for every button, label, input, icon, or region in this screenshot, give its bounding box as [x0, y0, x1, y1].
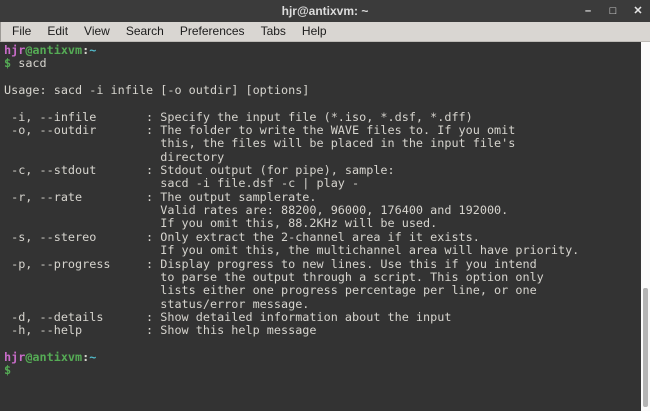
terminal-text-segment: -h, --help : Show this help message: [4, 323, 317, 337]
close-icon[interactable]: ✕: [632, 0, 644, 22]
menu-item-edit[interactable]: Edit: [39, 22, 76, 41]
menu-item-view[interactable]: View: [76, 22, 118, 41]
title-bar[interactable]: hjr@antixvm: ~ – □ ✕: [0, 0, 650, 22]
terminal-text-segment: -p, --progress : Display progress to new…: [4, 257, 537, 271]
terminal-line: Valid rates are: 88200, 96000, 176400 an…: [4, 204, 638, 217]
terminal-line: -d, --details : Show detailed informatio…: [4, 311, 638, 324]
window-controls: – □ ✕: [582, 0, 644, 22]
terminal-line: directory: [4, 151, 638, 164]
terminal-text-segment: Usage: sacd -i infile [-o outdir] [optio…: [4, 83, 309, 97]
scrollbar-thumb[interactable]: [643, 288, 648, 407]
terminal-text-segment: -i, --infile : Specify the input file (*…: [4, 110, 473, 124]
terminal-line: $ sacd: [4, 57, 638, 70]
maximize-icon[interactable]: □: [607, 0, 619, 22]
terminal-line: -i, --infile : Specify the input file (*…: [4, 111, 638, 124]
terminal-text-segment: $: [4, 363, 11, 377]
terminal-text-segment: status/error message.: [4, 297, 309, 311]
terminal-window: hjr@antixvm: ~ – □ ✕ FileEditViewSearchP…: [0, 0, 650, 411]
terminal-text-segment: -o, --outdir : The folder to write the W…: [4, 123, 515, 137]
terminal-text-segment: sacd: [11, 56, 47, 70]
terminal-text-segment: to parse the output through a script. Th…: [4, 270, 544, 284]
terminal-line: this, the files will be placed in the in…: [4, 137, 638, 150]
terminal-text-segment: lists either one progress percentage per…: [4, 283, 537, 297]
terminal-line: hjr@antixvm:~: [4, 44, 638, 57]
terminal-text-segment: @antixvm: [25, 43, 82, 57]
minimize-icon[interactable]: –: [582, 0, 594, 22]
terminal-text-segment: -s, --stereo : Only extract the 2-channe…: [4, 230, 480, 244]
terminal-text-segment: ~: [89, 350, 96, 364]
terminal-text-segment: hjr: [4, 350, 25, 364]
terminal-line: -c, --stdout : Stdout output (for pipe),…: [4, 164, 638, 177]
window-title: hjr@antixvm: ~: [0, 0, 650, 22]
terminal-line: -o, --outdir : The folder to write the W…: [4, 124, 638, 137]
terminal-text-segment: If you omit this, 88.2KHz will be used.: [4, 216, 437, 230]
terminal-line: -h, --help : Show this help message: [4, 324, 638, 337]
menu-bar: FileEditViewSearchPreferencesTabsHelp: [0, 22, 650, 42]
terminal-text-segment: Valid rates are: 88200, 96000, 176400 an…: [4, 203, 508, 217]
terminal-line: hjr@antixvm:~: [4, 351, 638, 364]
terminal-lines: hjr@antixvm:~$ sacdUsage: sacd -i infile…: [4, 44, 638, 378]
terminal-line: -p, --progress : Display progress to new…: [4, 258, 638, 271]
terminal-line: Usage: sacd -i infile [-o outdir] [optio…: [4, 84, 638, 97]
terminal-line: -r, --rate : The output samplerate.: [4, 191, 638, 204]
terminal-line: lists either one progress percentage per…: [4, 284, 638, 297]
terminal-text-segment: hjr: [4, 43, 25, 57]
terminal-text-segment: -c, --stdout : Stdout output (for pipe),…: [4, 163, 395, 177]
terminal-line: to parse the output through a script. Th…: [4, 271, 638, 284]
terminal-text-segment: this, the files will be placed in the in…: [4, 136, 515, 150]
terminal-line: $: [4, 364, 638, 377]
scrollbar-track[interactable]: [641, 42, 650, 411]
terminal-line: If you omit this, 88.2KHz will be used.: [4, 217, 638, 230]
menu-item-file[interactable]: File: [4, 22, 39, 41]
terminal-line: [4, 71, 638, 84]
menu-item-search[interactable]: Search: [118, 22, 172, 41]
terminal-line: [4, 338, 638, 351]
terminal-text-segment: ~: [89, 43, 96, 57]
menu-item-preferences[interactable]: Preferences: [172, 22, 253, 41]
terminal-text-segment: directory: [4, 150, 224, 164]
terminal-line: [4, 97, 638, 110]
terminal-text-segment: If you omit this, the multichannel area …: [4, 243, 579, 257]
terminal-text-segment: -r, --rate : The output samplerate.: [4, 190, 317, 204]
terminal-line: -s, --stereo : Only extract the 2-channe…: [4, 231, 638, 244]
terminal-line: status/error message.: [4, 298, 638, 311]
terminal-text-segment: -d, --details : Show detailed informatio…: [4, 310, 451, 324]
menu-item-help[interactable]: Help: [294, 22, 335, 41]
terminal-text-segment: @antixvm: [25, 350, 82, 364]
terminal-line: If you omit this, the multichannel area …: [4, 244, 638, 257]
terminal-line: sacd -i file.dsf -c | play -: [4, 177, 638, 190]
menu-item-tabs[interactable]: Tabs: [253, 22, 294, 41]
terminal-viewport[interactable]: hjr@antixvm:~$ sacdUsage: sacd -i infile…: [0, 42, 650, 411]
terminal-text-segment: sacd -i file.dsf -c | play -: [4, 176, 359, 190]
